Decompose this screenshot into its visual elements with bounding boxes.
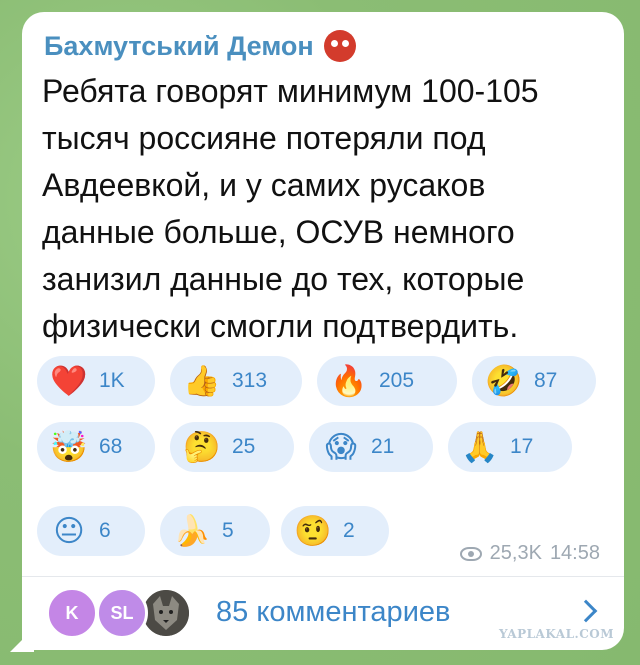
reaction-count: 17 [510, 435, 534, 458]
divider [22, 576, 624, 577]
reaction-count: 25 [232, 435, 256, 458]
reaction-pray[interactable]: 🙏 17 [448, 422, 572, 472]
raised-eyebrow-icon: 🤨 [294, 514, 332, 548]
message-line: данные больше, ОСУВ немного [42, 214, 515, 250]
banana-icon: 🍌 [173, 514, 211, 548]
message-line: Ребята говорят минимум 100-105 [42, 73, 539, 109]
message-time: 14:58 [549, 542, 600, 564]
scream-face-icon: 😱 [325, 430, 357, 464]
rofl-icon: 🤣 [485, 364, 523, 398]
reaction-fire[interactable]: 🔥 205 [317, 356, 457, 406]
reaction-thinking[interactable]: 🤔 25 [170, 422, 294, 472]
reaction-rofl[interactable]: 🤣 87 [472, 356, 596, 406]
reaction-exploding-head[interactable]: 🤯 68 [37, 422, 155, 472]
reaction-count: 5 [222, 519, 234, 542]
message-line: Авдеевкой, и у самих русаков [42, 167, 486, 203]
reaction-count: 21 [371, 435, 395, 458]
reaction-raised-eyebrow[interactable]: 🤨 2 [281, 506, 389, 556]
reaction-neutral[interactable]: 😐 6 [37, 506, 145, 556]
exploding-head-icon: 🤯 [50, 430, 88, 464]
message-line: физически смогли подтвердить. [42, 308, 519, 344]
author-name[interactable]: Бахмутський Демон [44, 30, 356, 62]
reaction-count: 313 [232, 369, 268, 392]
reaction-thumbs-up[interactable]: 👍 313 [170, 356, 302, 406]
reaction-count: 1K [99, 369, 125, 392]
eye-icon [459, 546, 482, 561]
message-meta: 25,3K 14:58 [459, 542, 600, 565]
message-text: Ребята говорят минимум 100-105 тысяч рос… [42, 68, 612, 350]
reaction-count: 2 [343, 519, 355, 542]
thinking-face-icon: 🤔 [183, 430, 221, 464]
reaction-count: 205 [379, 369, 415, 392]
chevron-right-icon [574, 599, 598, 623]
thumbs-up-icon: 👍 [183, 364, 221, 398]
watermark: YAPLAKAL.COM [498, 627, 614, 641]
devil-face-icon [323, 30, 356, 62]
reaction-count: 87 [534, 369, 558, 392]
heart-icon: ❤️ [50, 364, 88, 398]
pray-icon: 🙏 [461, 430, 499, 464]
message-line: занизил данные до тех, которые [42, 261, 525, 297]
message-line: тысяч россияне потеряли под [42, 120, 486, 156]
reaction-banana[interactable]: 🍌 5 [160, 506, 270, 556]
reaction-count: 68 [99, 435, 123, 458]
reaction-scream[interactable]: 😱 21 [309, 422, 433, 472]
view-count: 25,3K [489, 542, 542, 564]
avatar: K [46, 587, 98, 639]
message-bubble: Бахмутський Демон Ребята говорят минимум… [22, 12, 624, 650]
neutral-face-icon: 😐 [53, 514, 85, 548]
reaction-heart[interactable]: ❤️ 1K [37, 356, 155, 406]
fire-icon: 🔥 [330, 364, 368, 398]
avatar: SL [96, 587, 148, 639]
comments-label: 85 комментариев [216, 596, 451, 628]
reaction-count: 6 [99, 519, 111, 542]
